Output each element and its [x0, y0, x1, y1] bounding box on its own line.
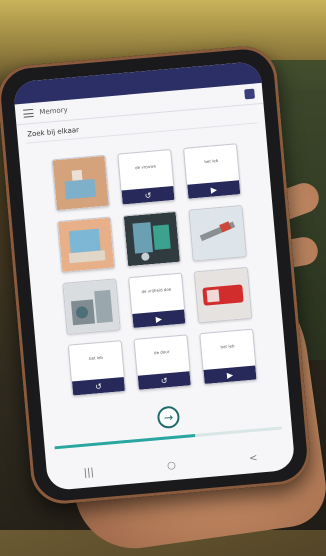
card-audio-5[interactable]: de deur ↺: [133, 334, 192, 391]
card-label: bet leb: [88, 354, 104, 361]
card-audio-2[interactable]: bet leb ▶: [183, 143, 242, 200]
bottom-area: → ||| ○ <: [41, 390, 295, 491]
card-photo-tool[interactable]: [188, 205, 247, 262]
replay-icon[interactable]: ↺: [71, 377, 125, 396]
card-audio-1[interactable]: de vrouwe ↺: [117, 149, 176, 206]
card-photo-machine-3[interactable]: [62, 278, 121, 335]
card-label: bet leb: [204, 157, 219, 165]
photo-tool: [189, 206, 246, 261]
card-photo-blue-object[interactable]: [51, 154, 110, 212]
photo-machine-3: [63, 279, 120, 334]
arrow-right-icon: →: [163, 410, 174, 425]
replay-icon[interactable]: ↺: [121, 185, 175, 205]
card-label: de deur: [153, 348, 170, 356]
next-button[interactable]: →: [156, 405, 181, 430]
card-label: de vrijheid doe: [141, 286, 172, 295]
card-audio-6[interactable]: bet leb ▶: [199, 328, 258, 386]
play-icon[interactable]: ▶: [203, 365, 257, 384]
settings-icon[interactable]: [244, 88, 256, 100]
play-icon[interactable]: ▶: [132, 309, 186, 328]
progress-fill: [54, 433, 196, 450]
card-photo-red-object[interactable]: [193, 266, 253, 324]
progress-bar: [54, 426, 282, 450]
card-grid: de vrouwe ↺ bet leb ▶ de vrijheid doe ▶ …: [19, 133, 287, 400]
recent-apps-icon[interactable]: |||: [83, 467, 94, 479]
phone: Memory Zoek bij elkaar de vrouwe ↺ bet l…: [0, 43, 313, 507]
back-icon[interactable]: <: [249, 452, 258, 464]
phone-screen: Memory Zoek bij elkaar de vrouwe ↺ bet l…: [12, 60, 296, 492]
card-photo-machine[interactable]: [56, 216, 116, 274]
card-label: bet leb: [220, 343, 235, 350]
photo-machine: [58, 217, 115, 272]
photo-blue-object: [52, 155, 109, 211]
card-audio-3[interactable]: de vrijheid doe ▶: [128, 272, 187, 330]
system-nav-bar: ||| ○ <: [46, 446, 295, 486]
play-icon[interactable]: ▶: [187, 180, 241, 199]
card-audio-4[interactable]: bet leb ↺: [67, 340, 127, 397]
home-icon[interactable]: ○: [167, 459, 177, 471]
replay-icon[interactable]: ↺: [137, 371, 191, 390]
photo-machine-2: [123, 211, 180, 267]
menu-icon[interactable]: [23, 108, 34, 118]
card-photo-machine-2[interactable]: [122, 210, 182, 268]
card-label: de vrouwe: [134, 163, 157, 171]
photo-red-object: [194, 267, 252, 323]
